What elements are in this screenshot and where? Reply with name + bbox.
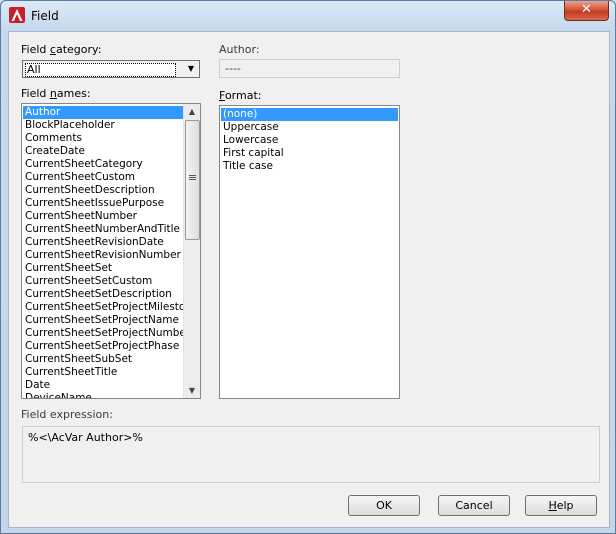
field-name-item[interactable]: Comments [23, 132, 183, 145]
field-name-item[interactable]: CurrentSheetRevisionDate [23, 236, 183, 249]
author-value-field: ---- [219, 59, 400, 78]
field-name-item[interactable]: CurrentSheetSetProjectName [23, 314, 183, 327]
field-names-list[interactable]: Author BlockPlaceholder Comments CreateDate… [21, 103, 201, 399]
field-name-item[interactable]: Author [23, 106, 183, 119]
field-name-item[interactable]: CurrentSheetSetProjectNumber [23, 327, 190, 340]
scrollbar-thumb[interactable] [185, 120, 200, 240]
field-names-scrollbar[interactable]: ▲ ▼ [183, 104, 200, 398]
field-expression-value: %<\AcVar Author>% [28, 431, 143, 444]
field-category-label: Field category: [21, 43, 102, 56]
field-name-item[interactable]: CurrentSheetSet [23, 262, 183, 275]
field-names-label: Field names: [21, 87, 91, 100]
dialog-body: Field category: All ▼ Author: ---- Field… [8, 31, 610, 528]
field-name-item[interactable]: Date [23, 379, 183, 392]
field-name-item[interactable]: CurrentSheetSetDescription [23, 288, 183, 301]
field-name-item[interactable]: CurrentSheetSetCustom [23, 275, 183, 288]
field-name-item[interactable]: CurrentSheetRevisionNumber [23, 249, 183, 262]
field-name-item[interactable]: CurrentSheetDescription [23, 184, 183, 197]
field-name-item[interactable]: CreateDate [23, 145, 183, 158]
format-item[interactable]: Uppercase [221, 121, 398, 134]
field-name-item[interactable]: DeviceName [23, 392, 183, 398]
author-label: Author: [219, 43, 260, 56]
field-name-item[interactable]: BlockPlaceholder [23, 119, 183, 132]
close-icon: ✕ [581, 2, 592, 17]
format-label: Format: [219, 89, 262, 102]
field-name-item[interactable]: CurrentSheetSubSet [23, 353, 183, 366]
field-expression-box: %<\AcVar Author>% [22, 426, 600, 483]
format-items: (none) Uppercase Lowercase First capital Tit… [221, 108, 398, 173]
format-item[interactable]: Title case [221, 160, 398, 173]
field-name-item[interactable]: CurrentSheetCustom [23, 171, 183, 184]
field-names-items: Author BlockPlaceholder Comments CreateDate… [23, 106, 198, 398]
help-button[interactable]: Help [525, 495, 597, 516]
cancel-button[interactable]: Cancel [438, 495, 510, 516]
field-name-item[interactable]: CurrentSheetSetProjectMilestone [23, 301, 198, 314]
field-name-item[interactable]: CurrentSheetIssuePurpose [23, 197, 183, 210]
field-expression-label: Field expression: [21, 408, 113, 421]
format-item[interactable]: Lowercase [221, 134, 398, 147]
title-bar[interactable]: Field ✕ [1, 1, 615, 31]
field-name-item[interactable]: CurrentSheetCategory [23, 158, 183, 171]
field-name-item[interactable]: CurrentSheetNumber [23, 210, 183, 223]
scroll-down-icon[interactable]: ▼ [184, 383, 200, 398]
format-item[interactable]: First capital [221, 147, 398, 160]
chevron-down-icon[interactable]: ▼ [184, 62, 198, 76]
field-category-value: All [25, 63, 176, 77]
autocad-logo-icon [9, 7, 25, 23]
format-list[interactable]: (none) Uppercase Lowercase First capital Tit… [219, 105, 400, 399]
field-name-item[interactable]: CurrentSheetNumberAndTitle [23, 223, 183, 236]
scroll-up-icon[interactable]: ▲ [184, 104, 200, 119]
ok-button[interactable]: OK [348, 495, 420, 516]
format-item[interactable]: (none) [221, 108, 398, 121]
window-title: Field [31, 9, 59, 23]
field-dialog: Field ✕ Field category: All ▼ Author: --… [0, 0, 616, 534]
field-name-item[interactable]: CurrentSheetTitle [23, 366, 183, 379]
close-button[interactable]: ✕ [564, 1, 609, 21]
field-name-item[interactable]: CurrentSheetSetProjectPhase [23, 340, 183, 353]
field-category-dropdown[interactable]: All ▼ [22, 60, 200, 78]
